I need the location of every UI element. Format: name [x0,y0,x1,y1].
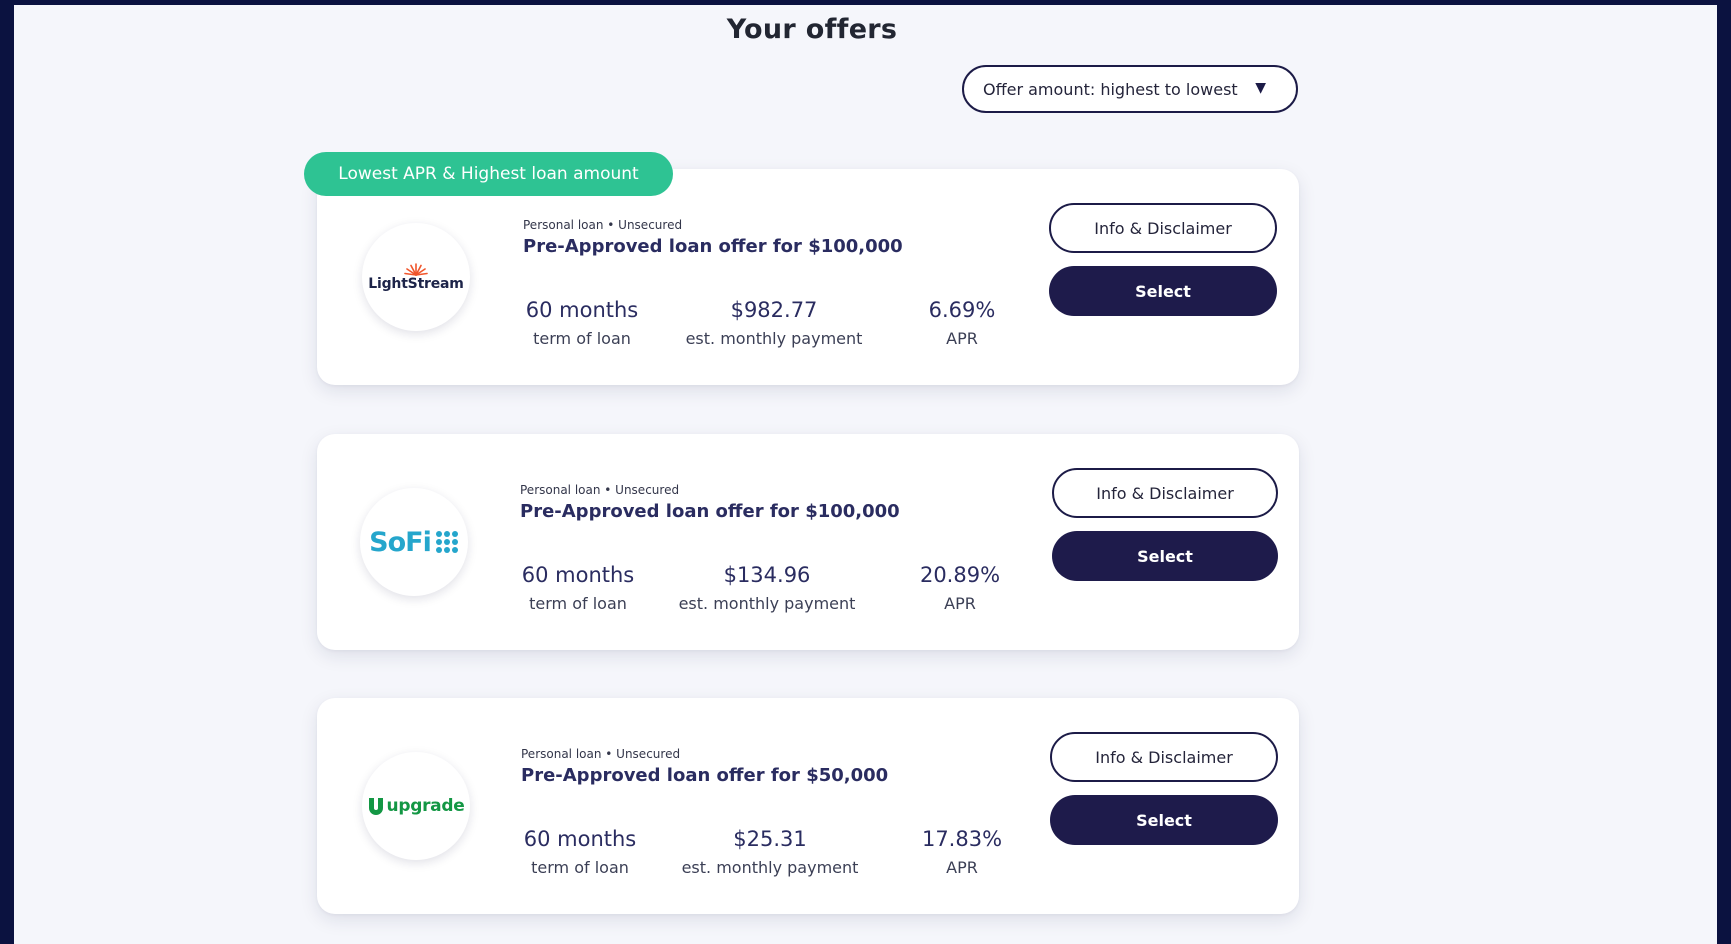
loan-type: Personal loan • Unsecured [521,747,681,761]
lender-logo: upgrade [362,752,470,860]
term-value: 60 months [521,563,635,587]
best-offer-badge: Lowest APR & Highest loan amount [304,152,673,196]
payment-value: $25.31 [733,827,807,851]
apr-value: 20.89% [919,563,1001,587]
info-disclaimer-button[interactable]: Info & Disclaimer [1050,732,1278,782]
apr-label: APR [946,858,978,877]
offer-title: Pre-Approved loan offer for $50,000 [521,765,889,786]
term-stat: 60 months term of loan [515,826,645,877]
lightstream-sunburst-icon [404,263,428,276]
apr-label: APR [944,594,976,613]
apr-value: 6.69% [928,298,996,322]
select-button[interactable]: Select [1050,795,1278,845]
lender-name: LightStream [368,276,464,292]
term-stat: 60 months term of loan [513,562,643,613]
payment-value: $982.77 [730,298,818,322]
term-value: 60 months [525,298,639,322]
payment-label: est. monthly payment [681,858,859,877]
lender-name: SoFi [369,526,432,558]
select-button[interactable]: Select [1049,266,1277,316]
info-disclaimer-button[interactable]: Info & Disclaimer [1049,203,1277,253]
offers-page: Your offers Offer amount: highest to low… [14,5,1717,944]
apr-stat: 17.83% APR [914,826,1010,877]
apr-stat: 6.69% APR [917,297,1007,348]
apr-value: 17.83% [921,827,1003,851]
offer-card-lightstream: LightStream Personal loan • Unsecured Pr… [317,169,1299,385]
offer-card-upgrade: upgrade Personal loan • Unsecured Pre-Ap… [317,698,1299,914]
term-value: 60 months [523,827,637,851]
term-stat: 60 months term of loan [517,297,647,348]
lender-name: upgrade [386,796,465,816]
term-label: term of loan [529,594,627,613]
info-disclaimer-button[interactable]: Info & Disclaimer [1052,468,1278,518]
payment-label: est. monthly payment [678,594,856,613]
apr-stat: 20.89% APR [910,562,1010,613]
apr-label: APR [946,329,978,348]
lender-logo: SoFi [360,488,468,596]
offer-title: Pre-Approved loan offer for $100,000 [523,236,903,257]
payment-stat: $25.31 est. monthly payment [675,826,865,877]
page-title: Your offers [726,14,898,45]
sort-dropdown-value: Offer amount: highest to lowest [983,79,1238,99]
select-button[interactable]: Select [1052,531,1278,581]
sort-dropdown[interactable]: Offer amount: highest to lowest ▼ [962,65,1298,113]
payment-label: est. monthly payment [685,329,863,348]
sofi-dots-icon [435,531,458,553]
offer-card-sofi: SoFi Personal loan • Unsecured Pre-Appro… [317,434,1299,650]
loan-type: Personal loan • Unsecured [520,483,680,497]
upgrade-u-icon [368,798,383,815]
payment-stat: $982.77 est. monthly payment [679,297,869,348]
payment-stat: $134.96 est. monthly payment [672,562,862,613]
caret-down-icon: ▼ [1255,80,1266,96]
term-label: term of loan [531,858,629,877]
offer-title: Pre-Approved loan offer for $100,000 [520,501,900,522]
term-label: term of loan [533,329,631,348]
payment-value: $134.96 [723,563,811,587]
loan-type: Personal loan • Unsecured [523,218,683,232]
lender-logo: LightStream [362,223,470,331]
